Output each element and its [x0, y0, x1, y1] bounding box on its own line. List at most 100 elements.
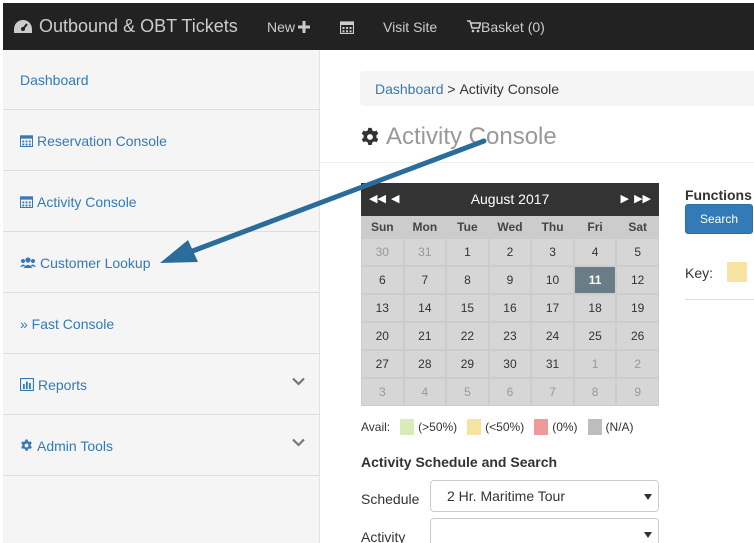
days-of-week-row: Sun Mon Tue Wed Thu Fri Sat — [361, 216, 659, 238]
calendar-day[interactable]: 31 — [532, 351, 573, 377]
chevron-down-icon[interactable] — [292, 377, 305, 386]
calendar-icon — [340, 20, 354, 34]
schedule-select[interactable]: 2 Hr. Maritime Tour — [430, 480, 659, 512]
page-title: Activity Console — [360, 123, 557, 151]
sidebar-item-reports[interactable]: Reports — [3, 355, 319, 415]
calendar-day[interactable]: 16 — [489, 295, 531, 321]
calendar-day[interactable]: 6 — [362, 267, 403, 293]
day-of-week-label: Wed — [497, 220, 523, 234]
bar-chart-icon — [20, 378, 34, 391]
new-label: New — [267, 18, 296, 35]
gear-icon — [361, 127, 379, 145]
sidebar-item-customer-lookup[interactable]: Customer Lookup — [3, 233, 319, 293]
calendar-day[interactable]: 30 — [362, 239, 403, 265]
day-of-week-label: Tue — [457, 220, 478, 234]
calendar-day-selected[interactable]: 11 — [574, 267, 616, 293]
activity-calendar: ◀◀ ◀ August 2017 ▶ ▶▶ Sun Mon Tue Wed Thu Fri… — [361, 183, 659, 406]
users-icon — [20, 256, 36, 269]
legend-label: Avail: — [361, 420, 391, 434]
calendar-day[interactable]: 22 — [447, 323, 488, 349]
app-frame: Outbound & OBT Tickets New Visit Site Ba… — [3, 3, 754, 543]
calendar-day[interactable]: 26 — [617, 323, 658, 349]
calendar-day[interactable]: 1 — [574, 351, 616, 377]
sidebar-item-dashboard[interactable]: Dashboard — [3, 50, 319, 110]
caret-down-icon — [644, 494, 652, 500]
calendar-day[interactable]: 7 — [404, 267, 446, 293]
calendar-day[interactable]: 9 — [489, 267, 531, 293]
sidebar-item-fast-console[interactable]: » Fast Console — [3, 294, 319, 354]
calendar-day[interactable]: 4 — [404, 379, 446, 405]
activity-label: Activity — [361, 529, 406, 543]
sidebar-item-label: Customer Lookup — [40, 254, 151, 271]
shopping-cart-icon — [467, 20, 481, 33]
breadcrumb-separator: > — [443, 80, 460, 97]
calendar-day[interactable]: 18 — [574, 295, 616, 321]
breadcrumb: Dashboard > Activity Console — [360, 71, 754, 106]
day-of-week-label: Sun — [370, 220, 394, 234]
calendar-day[interactable]: 12 — [617, 267, 658, 293]
calendar-day[interactable]: 21 — [404, 323, 446, 349]
calendar-day[interactable]: 4 — [574, 239, 616, 265]
calendar-day[interactable]: 1 — [447, 239, 488, 265]
calendar-day[interactable]: 27 — [362, 351, 403, 377]
gear-icon — [20, 439, 33, 452]
brand-title: Outbound & OBT Tickets — [39, 16, 238, 36]
calendar-day[interactable]: 30 — [489, 351, 531, 377]
calendar-day[interactable]: 10 — [532, 267, 573, 293]
calendar-day[interactable]: 25 — [574, 323, 616, 349]
calendar-day[interactable]: 3 — [362, 379, 403, 405]
calendar-day[interactable]: 15 — [447, 295, 488, 321]
schedule-selected-value: 2 Hr. Maritime Tour — [447, 488, 565, 504]
divider — [320, 162, 754, 163]
basket-link[interactable]: Basket (0) — [467, 3, 545, 50]
top-navbar: Outbound & OBT Tickets New Visit Site Ba… — [3, 3, 754, 50]
calendar-icon — [20, 134, 33, 147]
legend-text: (0%) — [552, 420, 578, 434]
calendar-day[interactable]: 2 — [617, 351, 658, 377]
calendar-day[interactable]: 7 — [532, 379, 573, 405]
calendar-day[interactable]: 14 — [404, 295, 446, 321]
brand[interactable]: Outbound & OBT Tickets — [13, 3, 238, 50]
search-button[interactable]: Search — [685, 204, 753, 234]
calendar-day[interactable]: 5 — [447, 379, 488, 405]
calendar-day[interactable]: 23 — [489, 323, 531, 349]
chevron-down-icon[interactable] — [292, 438, 305, 447]
next-month-button[interactable]: ▶ — [621, 183, 629, 216]
calendar-day[interactable]: 24 — [532, 323, 573, 349]
visit-site-link[interactable]: Visit Site — [383, 3, 437, 50]
calendar-day[interactable]: 9 — [617, 379, 658, 405]
page-title-text: Activity Console — [386, 123, 557, 150]
sidebar-item-label: Dashboard — [20, 71, 89, 88]
calendar-day[interactable]: 20 — [362, 323, 403, 349]
calendar-day[interactable]: 2 — [489, 239, 531, 265]
calendar-day[interactable]: 28 — [404, 351, 446, 377]
calendar-day[interactable]: 29 — [447, 351, 488, 377]
legend-swatch — [400, 419, 415, 435]
legend-swatch — [587, 419, 602, 435]
calendar-day[interactable]: 8 — [574, 379, 616, 405]
sidebar-item-activity-console[interactable]: Activity Console — [3, 172, 319, 232]
schedule-section-title: Activity Schedule and Search — [361, 454, 558, 470]
caret-down-icon — [644, 532, 652, 538]
new-menu[interactable]: New — [267, 3, 311, 50]
day-of-week-label: Mon — [412, 220, 438, 234]
sidebar-item-reservation-console[interactable]: Reservation Console — [3, 111, 319, 171]
legend-text: (N/A) — [605, 420, 634, 434]
legend-swatch — [534, 419, 549, 435]
calendar-nav-button[interactable] — [340, 3, 354, 50]
activity-select[interactable] — [430, 518, 659, 543]
calendar-day[interactable]: 6 — [489, 379, 531, 405]
calendar-day[interactable]: 5 — [617, 239, 658, 265]
calendar-day[interactable]: 8 — [447, 267, 488, 293]
calendar-day[interactable]: 17 — [532, 295, 573, 321]
calendar-day[interactable]: 3 — [532, 239, 573, 265]
calendar-day[interactable]: 31 — [404, 239, 446, 265]
calendar-icon — [20, 195, 33, 208]
breadcrumb-dashboard-link[interactable]: Dashboard — [375, 81, 444, 97]
sidebar: Dashboard Reservation Console Activity C… — [3, 50, 320, 543]
sidebar-item-admin-tools[interactable]: Admin Tools — [3, 416, 319, 476]
next-year-button[interactable]: ▶▶ — [634, 183, 651, 216]
day-of-week-label: Thu — [541, 220, 564, 234]
calendar-day[interactable]: 19 — [617, 295, 658, 321]
calendar-day[interactable]: 13 — [362, 295, 403, 321]
